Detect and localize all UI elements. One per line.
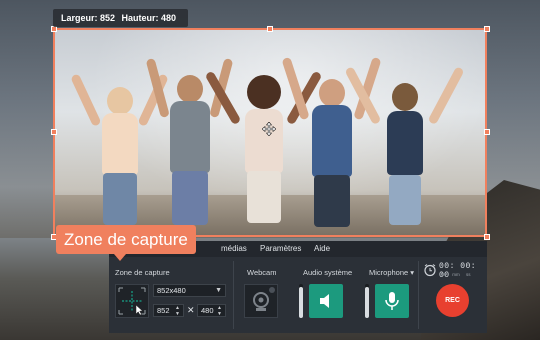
microphone-level: [365, 287, 369, 318]
person-figure: [70, 35, 169, 235]
stepper-icon[interactable]: ▲ ▼: [175, 305, 180, 317]
capture-height-label: Hauteur: 480: [121, 13, 177, 23]
divider: [233, 261, 234, 329]
resize-handle[interactable]: [267, 26, 273, 32]
chevron-down-icon: ▼: [215, 287, 222, 294]
capture-zone-tooltip: Zone de capture: [56, 225, 196, 254]
microphone-slider[interactable]: [365, 284, 369, 318]
person-figure: [281, 35, 382, 235]
system-audio-level: [299, 287, 303, 318]
tooltip-arrow: [114, 254, 126, 261]
webcam-button[interactable]: [244, 284, 278, 318]
alarm-clock-icon[interactable]: [423, 263, 437, 277]
height-value: 480: [201, 306, 214, 315]
webcam-label: Webcam: [247, 268, 277, 277]
person-figure: [344, 35, 465, 235]
height-field[interactable]: 480 ▲ ▼: [197, 304, 226, 317]
resize-handle[interactable]: [484, 234, 490, 240]
menu-item-aide[interactable]: Aide: [314, 244, 330, 253]
timer-digits: 00: 00: 00: [439, 262, 477, 280]
capture-section-label: Zone de capture: [115, 268, 170, 277]
person-figure: [145, 35, 234, 235]
width-field[interactable]: 852 ▲ ▼: [153, 304, 184, 317]
capture-size-badge: Largeur: 852 Hauteur: 480: [53, 9, 189, 27]
select-area-button[interactable]: [115, 284, 149, 318]
microphone-icon: [385, 292, 399, 310]
chevron-down-icon: ▾: [410, 268, 415, 277]
move-cursor-icon[interactable]: [262, 122, 276, 136]
stepper-icon[interactable]: ▲ ▼: [217, 305, 222, 317]
width-value: 852: [157, 306, 170, 315]
resize-handle[interactable]: [484, 129, 490, 135]
webcam-icon: [253, 287, 275, 311]
resize-handle[interactable]: [51, 129, 57, 135]
resolution-value: 852x480: [157, 286, 186, 295]
microphone-label[interactable]: Microphone ▾: [369, 268, 414, 277]
timer: 00: 00: 00 hh mm ss: [419, 261, 485, 280]
capture-width-label: Largeur: 852: [61, 13, 116, 23]
rec-button[interactable]: REC: [436, 284, 469, 317]
times-sign: ✕: [187, 305, 195, 315]
system-audio-slider[interactable]: [299, 284, 303, 318]
menu-item-parametres[interactable]: Paramètres: [260, 244, 301, 253]
crosshair-icon: [118, 287, 146, 316]
menu-item-medias[interactable]: médias: [221, 244, 247, 253]
recorder-panel: médias Paramètres Aide Zone de capture 8…: [109, 241, 487, 333]
speaker-icon: [320, 294, 329, 308]
timer-units: hh mm ss: [441, 272, 471, 277]
microphone-button[interactable]: [375, 284, 409, 318]
system-audio-button[interactable]: [309, 284, 343, 318]
resize-handle[interactable]: [484, 26, 490, 32]
system-audio-label: Audio système: [303, 268, 353, 277]
resolution-select[interactable]: 852x480 ▼: [153, 284, 226, 297]
